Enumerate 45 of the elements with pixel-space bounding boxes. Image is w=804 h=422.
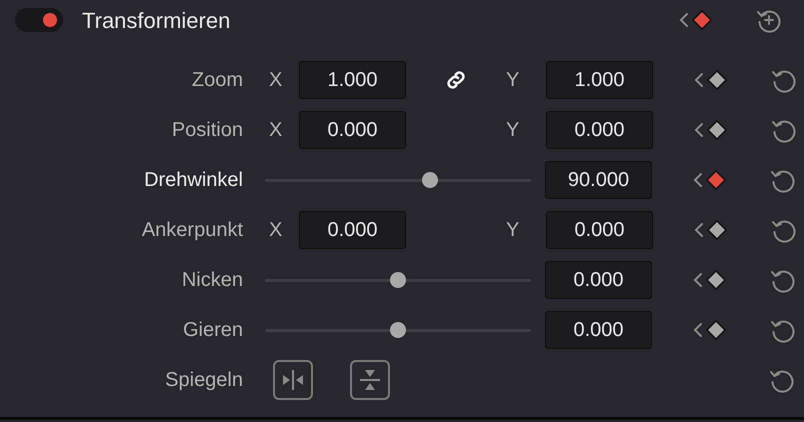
number-field[interactable]: 0.000 bbox=[299, 111, 406, 149]
axis-label: X bbox=[269, 218, 282, 243]
flip-vertical-button[interactable] bbox=[350, 360, 390, 400]
flip-vertical-icon bbox=[358, 368, 382, 392]
previous-keyframe-icon[interactable] bbox=[694, 122, 704, 138]
flip-horizontal-icon bbox=[281, 368, 305, 392]
axis-label: Y bbox=[506, 68, 520, 93]
number-field[interactable]: 0.000 bbox=[546, 111, 653, 149]
keyframe-icon[interactable] bbox=[707, 70, 727, 90]
slider[interactable] bbox=[265, 322, 531, 338]
property-label: Drehwinkel bbox=[144, 169, 243, 191]
number-field[interactable]: 0.000 bbox=[546, 211, 653, 249]
property-label: Nicken bbox=[182, 269, 243, 291]
previous-keyframe-icon[interactable] bbox=[694, 222, 704, 238]
keyframe-icon[interactable] bbox=[692, 10, 712, 30]
number-field[interactable]: 90.000 bbox=[545, 161, 652, 199]
axis-label: Y bbox=[506, 118, 520, 143]
number-field[interactable]: 0.000 bbox=[299, 211, 406, 249]
toggle-switch[interactable] bbox=[15, 8, 63, 32]
previous-keyframe-icon[interactable] bbox=[694, 72, 704, 88]
previous-keyframe-icon[interactable] bbox=[693, 272, 703, 288]
number-field[interactable]: 1.000 bbox=[546, 61, 653, 99]
previous-keyframe-icon[interactable] bbox=[693, 322, 703, 338]
number-field[interactable]: 1.000 bbox=[299, 61, 406, 99]
keyframe-icon[interactable] bbox=[706, 270, 726, 290]
axis-label: X bbox=[269, 68, 282, 93]
property-label: Gieren bbox=[182, 319, 243, 341]
property-label: Spiegeln bbox=[165, 369, 243, 391]
property-label: Zoom bbox=[192, 69, 243, 91]
number-field[interactable]: 0.000 bbox=[545, 311, 652, 349]
slider[interactable] bbox=[265, 172, 531, 188]
keyframe-icon[interactable] bbox=[706, 170, 726, 190]
keyframe-icon[interactable] bbox=[707, 120, 727, 140]
previous-keyframe-icon[interactable] bbox=[693, 172, 703, 188]
keyframe-icon[interactable] bbox=[707, 220, 727, 240]
previous-keyframe-icon[interactable] bbox=[679, 12, 689, 28]
property-label: Ankerpunkt bbox=[142, 219, 243, 241]
property-label: Position bbox=[172, 119, 243, 141]
slider[interactable] bbox=[265, 272, 531, 288]
keyframe-icon[interactable] bbox=[706, 320, 726, 340]
axis-label: Y bbox=[506, 218, 520, 243]
flip-horizontal-button[interactable] bbox=[273, 360, 313, 400]
axis-label: X bbox=[269, 118, 282, 143]
section-title: Transformieren bbox=[82, 6, 230, 34]
number-field[interactable]: 0.000 bbox=[545, 261, 652, 299]
